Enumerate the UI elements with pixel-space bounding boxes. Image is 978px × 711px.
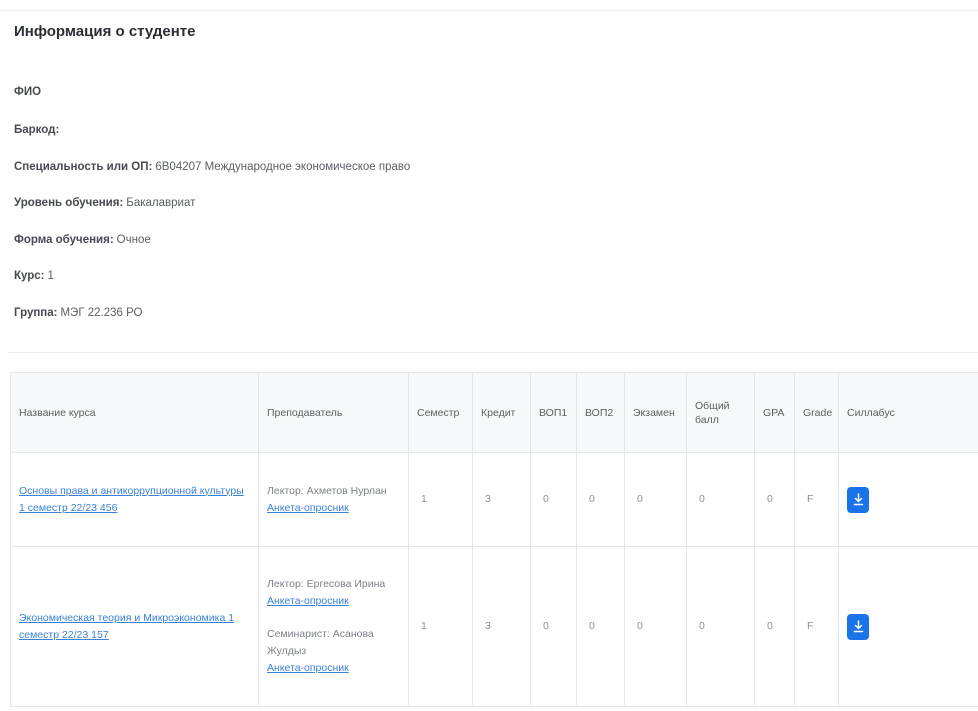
info-row-specialty: Специальность или ОП: 6В04207 Международн… [14,161,410,173]
table-header-row: Название курса Преподаватель Семестр Кре… [10,372,978,453]
col-semester: Семестр [408,372,473,453]
info-label: Специальность или ОП: [14,161,153,173]
info-label: Группа: [14,307,58,319]
course-cell: Экономическая теория и Микроэкономика 1 … [10,546,259,707]
exam-cell: 0 [624,546,687,707]
download-icon [853,620,863,633]
course-cell: Основы права и антикоррупционной культур… [10,452,259,547]
info-label: Курс: [14,270,45,282]
col-course-name: Название курса [10,372,259,453]
col-exam: Экзамен [624,372,687,453]
info-row-barcode: Баркод: [14,124,62,136]
vop2-cell: 0 [576,546,625,707]
download-icon [853,493,863,506]
col-vop2: ВОП2 [576,372,625,453]
teacher-cell: Лектор: Ахметов Нурлан Анкета-опросник [258,452,409,547]
info-row-course: Курс: 1 [14,270,54,282]
syllabus-cell [838,452,978,547]
col-total: Общий балл [686,372,755,453]
total-cell: 0 [686,452,755,547]
col-grade: Grade [794,372,839,453]
info-row-form: Форма обучения: Очное [14,234,151,246]
info-value: 1 [47,270,54,282]
info-row-level: Уровень обучения: Бакалавриат [14,197,195,209]
col-credit: Кредит [472,372,531,453]
info-value: МЭГ 22.236 РО [60,307,143,319]
vop1-cell: 0 [530,546,577,707]
syllabus-download-button[interactable] [847,613,869,640]
info-value: Бакалавриат [126,197,196,209]
exam-cell: 0 [624,452,687,547]
section-divider [8,352,978,353]
vop2-cell: 0 [576,452,625,547]
table-row: Экономическая теория и Микроэкономика 1 … [10,546,978,707]
vop1-cell: 0 [530,452,577,547]
col-vop1: ВОП1 [530,372,577,453]
survey-link[interactable]: Анкета-опросник [267,662,349,674]
gpa-cell: 0 [754,546,795,707]
syllabus-download-button[interactable] [847,486,869,513]
top-divider [0,10,978,11]
courses-table: Название курса Преподаватель Семестр Кре… [10,372,978,707]
info-row-group: Группа: МЭГ 22.236 РО [14,307,142,319]
col-gpa: GPA [754,372,795,453]
info-label: Баркод: [14,124,60,136]
semester-cell: 1 [408,452,473,547]
syllabus-cell [838,546,978,707]
grade-cell: F [794,546,839,707]
table-row: Основы права и антикоррупционной культур… [10,452,978,547]
info-row-fio: ФИО [14,86,44,98]
survey-link[interactable]: Анкета-опросник [267,502,349,514]
teacher-name: Лектор: Ергесова Ирина [267,578,386,590]
info-label: Форма обучения: [14,234,114,246]
credit-cell: 3 [472,452,531,547]
info-value: Очное [116,234,151,246]
credit-cell: 3 [472,546,531,707]
total-cell: 0 [686,546,755,707]
info-label: ФИО [14,86,42,98]
survey-link[interactable]: Анкета-опросник [267,595,349,607]
col-syllabus: Силлабус [838,372,978,453]
teacher-name: Семинарист: Асанова Жулдыз [267,628,374,657]
grade-cell: F [794,452,839,547]
info-value: 6В04207 Международное экономическое прав… [155,161,411,173]
col-teacher: Преподаватель [258,372,409,453]
teacher-name: Лектор: Ахметов Нурлан [267,484,387,497]
info-label: Уровень обучения: [14,197,124,209]
semester-cell: 1 [408,546,473,707]
student-info-title: Информация о студенте [14,23,196,40]
gpa-cell: 0 [754,452,795,547]
teacher-cell: Лектор: Ергесова Ирина Анкета-опросник С… [258,546,409,707]
course-link[interactable]: Основы права и антикоррупционной культур… [19,485,244,514]
course-link[interactable]: Экономическая теория и Микроэкономика 1 … [19,612,234,641]
